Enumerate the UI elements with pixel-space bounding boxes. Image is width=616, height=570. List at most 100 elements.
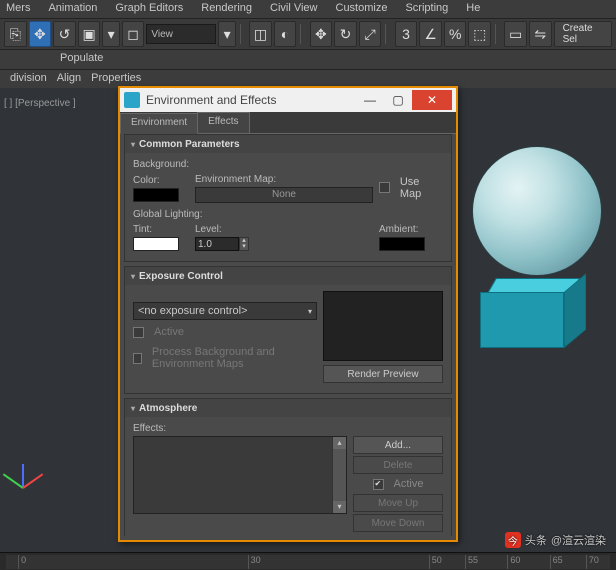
timeline-tick: 65 — [550, 555, 563, 569]
minimize-button[interactable]: — — [356, 90, 384, 110]
rollout-header[interactable]: Atmosphere — [125, 399, 451, 417]
use-map-label: Use Map — [400, 176, 443, 200]
rotate-button[interactable]: ↻ — [334, 21, 357, 47]
env-map-label: Environment Map: — [195, 174, 373, 185]
menu-item[interactable]: He — [466, 2, 480, 16]
active-label: Active — [154, 326, 184, 338]
exposure-control-rollout: Exposure Control <no exposure control>▾ … — [124, 266, 452, 394]
background-color-swatch[interactable] — [133, 188, 179, 202]
separator — [300, 24, 305, 44]
effects-listbox[interactable]: ▴ ▾ — [133, 436, 347, 514]
dialog-titlebar[interactable]: Environment and Effects — ▢ ✕ — [120, 88, 456, 112]
populate-label: Populate — [60, 52, 103, 67]
undo-button[interactable]: ↺ — [53, 21, 76, 47]
menu-item[interactable]: Rendering — [201, 2, 252, 16]
render-preview-button[interactable]: Render Preview — [323, 365, 443, 383]
timeline-tick: 0 — [18, 555, 26, 569]
timeline-tick: 70 — [586, 555, 599, 569]
percent-snap-button[interactable]: % — [444, 21, 467, 47]
move-button[interactable]: ✥ — [310, 21, 333, 47]
atmosphere-rollout: Atmosphere Effects: ▴ ▾ Add... Delete Ac… — [124, 398, 452, 536]
mirror-button[interactable]: ⇋ — [529, 21, 552, 47]
subdivision-label[interactable]: division — [10, 72, 47, 86]
use-map-checkbox[interactable] — [379, 182, 390, 193]
tab-effects[interactable]: Effects — [197, 112, 249, 133]
watermark-icon: 今 — [505, 532, 521, 548]
select-button[interactable]: ▣ — [78, 21, 101, 47]
level-input[interactable] — [195, 237, 239, 251]
process-bg-checkbox[interactable] — [133, 353, 142, 364]
viewport-label[interactable]: [ ] [Perspective ] — [4, 98, 76, 109]
menu-item[interactable]: Scripting — [405, 2, 448, 16]
dialog-body: Common Parameters Background: Color: Env… — [124, 134, 452, 536]
exposure-preview — [323, 291, 443, 361]
main-menu-bar: Mers Animation Graph Editors Rendering C… — [0, 0, 616, 18]
close-button[interactable]: ✕ — [412, 90, 452, 110]
align-label[interactable]: Align — [57, 72, 81, 86]
dropdown-icon[interactable]: ▾ — [102, 21, 119, 47]
timeline[interactable]: 0 30 50 55 60 65 70 — [0, 552, 616, 570]
menu-item[interactable]: Graph Editors — [115, 2, 183, 16]
active-label: Active — [394, 478, 424, 490]
populate-toolbar: Populate — [0, 50, 616, 70]
scroll-up-icon[interactable]: ▴ — [333, 437, 346, 449]
timeline-tick: 55 — [465, 555, 478, 569]
watermark-source: 头条 — [525, 532, 547, 548]
timeline-tick: 50 — [429, 555, 442, 569]
sphere-object[interactable] — [472, 146, 602, 276]
menu-item[interactable]: Animation — [48, 2, 97, 16]
timeline-tick: 30 — [248, 555, 261, 569]
scrollbar[interactable]: ▴ ▾ — [332, 437, 346, 513]
level-spinner[interactable]: ▴▾ — [195, 237, 275, 251]
axis-gizmo — [16, 452, 56, 492]
ambient-label: Ambient: — [379, 224, 443, 235]
tool-button[interactable]: ◐ — [274, 21, 297, 47]
timeline-track[interactable]: 0 30 50 55 60 65 70 — [6, 555, 610, 569]
properties-label[interactable]: Properties — [91, 72, 141, 86]
angle-snap-button[interactable]: ∠ — [419, 21, 442, 47]
active-checkbox[interactable] — [133, 327, 144, 338]
select-move-button[interactable]: ✥ — [29, 21, 52, 47]
menu-item[interactable]: Customize — [336, 2, 388, 16]
delete-button[interactable]: Delete — [353, 456, 443, 474]
separator — [495, 24, 500, 44]
app-icon — [124, 92, 140, 108]
selection-filter-combo[interactable] — [146, 24, 216, 44]
move-down-button[interactable]: Move Down — [353, 514, 443, 532]
ambient-color-swatch[interactable] — [379, 237, 425, 251]
menu-item[interactable]: Mers — [6, 2, 30, 16]
rollout-header[interactable]: Exposure Control — [125, 267, 451, 285]
scale-button[interactable]: ⤢ — [359, 21, 382, 47]
create-selection-button[interactable]: Create Sel — [554, 21, 613, 47]
window-crossing-button[interactable]: ◫ — [249, 21, 272, 47]
timeline-tick: 60 — [507, 555, 520, 569]
filter-button[interactable]: ◻ — [122, 21, 145, 47]
link-button[interactable]: ⎘ — [4, 21, 27, 47]
maximize-button[interactable]: ▢ — [384, 90, 412, 110]
snap-3-button[interactable]: 3 — [395, 21, 418, 47]
named-selection-button[interactable]: ▭ — [504, 21, 527, 47]
active-checkbox[interactable] — [373, 479, 384, 490]
scroll-down-icon[interactable]: ▾ — [333, 501, 346, 513]
rollout-header[interactable]: Common Parameters — [125, 135, 451, 153]
exposure-control-combo[interactable]: <no exposure control>▾ — [133, 302, 317, 320]
main-toolbar: ⎘ ✥ ↺ ▣ ▾ ◻ ▾ ◫ ◐ ✥ ↻ ⤢ 3 ∠ % ⬚ ▭ ⇋ Crea… — [0, 18, 616, 50]
spinner-snap-button[interactable]: ⬚ — [468, 21, 491, 47]
add-button[interactable]: Add... — [353, 436, 443, 454]
environment-effects-dialog: Environment and Effects — ▢ ✕ Environmen… — [118, 86, 458, 542]
separator — [385, 24, 390, 44]
spinner-arrows-icon[interactable]: ▴▾ — [239, 237, 249, 251]
dropdown-icon[interactable]: ▾ — [218, 21, 235, 47]
tint-color-swatch[interactable] — [133, 237, 179, 251]
tab-environment[interactable]: Environment — [120, 113, 198, 134]
z-axis-icon — [22, 464, 24, 488]
box-object[interactable] — [480, 278, 580, 358]
dialog-title: Environment and Effects — [146, 93, 356, 107]
menu-item[interactable]: Civil View — [270, 2, 317, 16]
environment-map-slot[interactable]: None — [195, 187, 373, 203]
chevron-down-icon: ▾ — [308, 307, 312, 316]
level-label: Level: — [195, 224, 275, 235]
move-up-button[interactable]: Move Up — [353, 494, 443, 512]
color-label: Color: — [133, 175, 189, 186]
separator — [240, 24, 245, 44]
